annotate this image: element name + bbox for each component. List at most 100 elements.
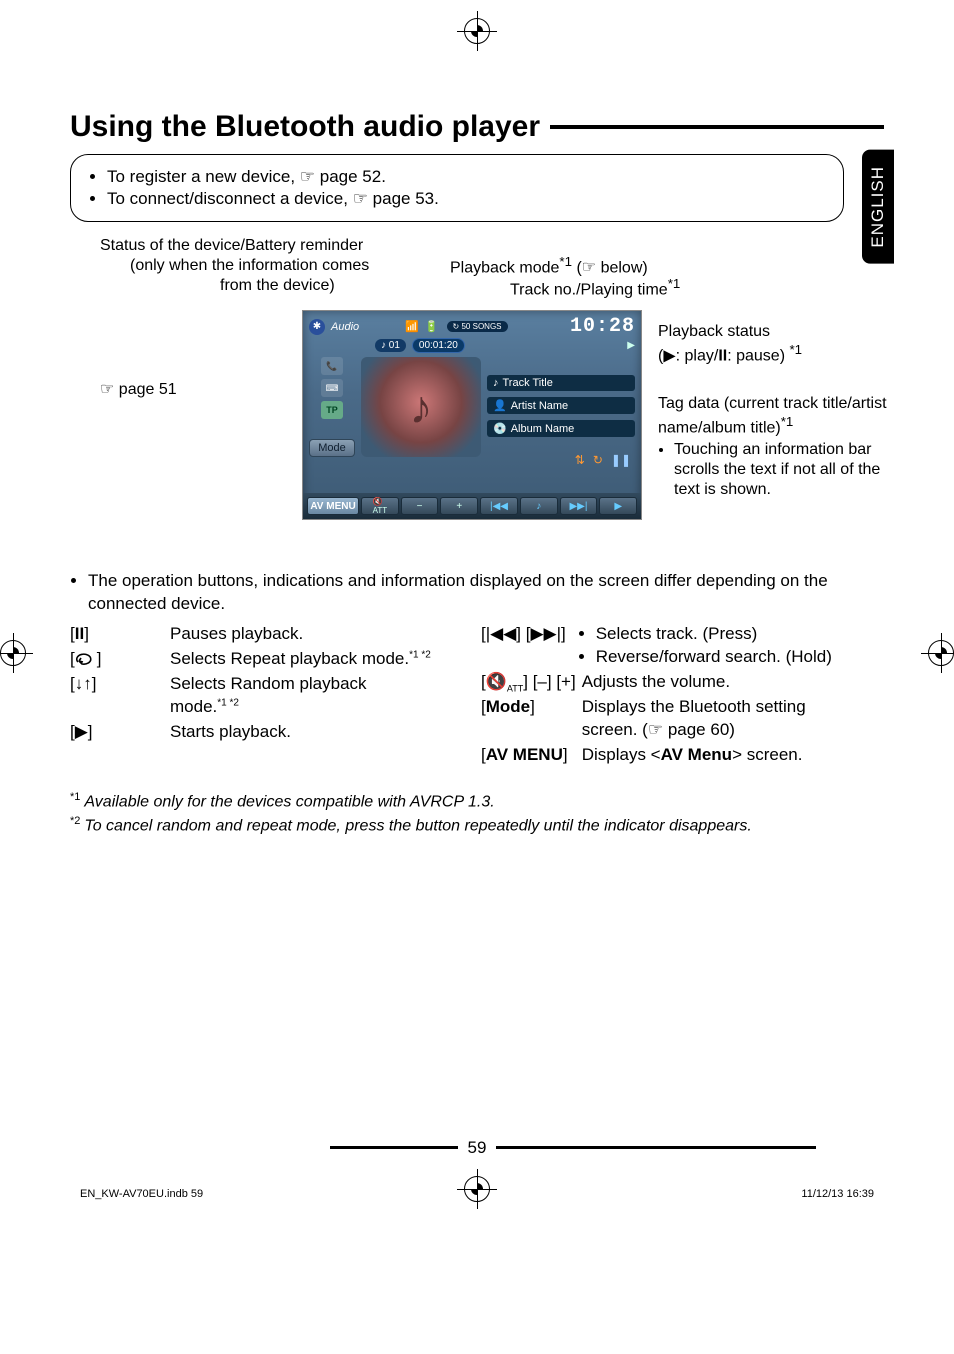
repeat-indicator-icon: ↻ bbox=[593, 453, 603, 467]
phone-icon: 📞 bbox=[321, 357, 343, 375]
note-box: To register a new device, ☞ page 52. To … bbox=[70, 154, 844, 222]
footnote-marker: *1 bbox=[789, 342, 802, 357]
mode-button[interactable]: Mode bbox=[309, 439, 355, 457]
device-screenshot: ✱ Audio 📶 🔋 ↻ 50 SONGS 10:28 ♪ 01 00:01:… bbox=[302, 310, 642, 520]
footnote-1: *1Available only for the devices compati… bbox=[70, 790, 884, 814]
print-footer: EN_KW-AV70EU.indb 59 11/12/13 16:39 bbox=[80, 1188, 874, 1200]
footnote-marker: *1 bbox=[668, 276, 681, 291]
disc-icon: 💿 bbox=[493, 422, 507, 435]
audio-label: Audio bbox=[331, 321, 359, 333]
button-desc: Selects track. (Press) Reverse/forward s… bbox=[582, 622, 838, 670]
table-row: [Mode] Displays the Bluetooth setting sc… bbox=[481, 695, 838, 743]
button-symbol-repeat: [] bbox=[70, 647, 170, 672]
heading-rule bbox=[550, 125, 884, 129]
footnotes: *1Available only for the devices compati… bbox=[70, 790, 884, 837]
battery-icon: 🔋 bbox=[425, 320, 439, 333]
callout-track-no: Track no./Playing time*1 bbox=[510, 276, 680, 300]
footer-filename: EN_KW-AV70EU.indb 59 bbox=[80, 1188, 203, 1200]
vol-down-button[interactable]: − bbox=[401, 497, 439, 515]
button-desc: Selects Random playback mode.*1 *2 bbox=[170, 672, 437, 720]
diagram-area: Status of the device/Battery reminder (o… bbox=[70, 236, 884, 566]
button-symbol-avmenu: [AV MENU] bbox=[481, 743, 582, 768]
clock-display: 10:28 bbox=[570, 315, 635, 338]
av-menu-button[interactable]: AV MENU bbox=[307, 497, 359, 515]
person-icon: 👤 bbox=[493, 399, 507, 412]
button-desc: Pauses playback. bbox=[170, 622, 437, 647]
button-table-right: [|◀◀] [▶▶|] Selects track. (Press) Rever… bbox=[481, 622, 838, 768]
playback-status-icon: ▶ bbox=[627, 340, 635, 351]
pointing-hand-icon: ☞ bbox=[300, 167, 315, 187]
next-track-button[interactable]: ▶▶| bbox=[560, 497, 598, 515]
pause-indicator-icon: ❚❚ bbox=[611, 453, 631, 467]
table-row: [↓↑] Selects Random playback mode.*1 *2 bbox=[70, 672, 437, 720]
footer-timestamp: 11/12/13 16:39 bbox=[801, 1188, 874, 1200]
album-art-placeholder: ♪ bbox=[361, 357, 481, 457]
artist-name-bar[interactable]: 👤Artist Name bbox=[487, 397, 635, 414]
pointing-hand-icon: ☞ bbox=[648, 719, 663, 742]
att-button[interactable]: 🔇ATT bbox=[361, 497, 399, 515]
button-symbol-volume: [🔇ATT] [–] [+] bbox=[481, 670, 582, 696]
track-title-bar[interactable]: ♪Track Title bbox=[487, 375, 635, 391]
random-indicator-icon: ⇅ bbox=[575, 453, 585, 467]
button-table-left: [II] Pauses playback. [] Selects Repeat … bbox=[70, 622, 437, 745]
screen-top-bar: ✱ Audio 📶 🔋 ↻ 50 SONGS 10:28 bbox=[303, 311, 641, 338]
section-heading: Using the Bluetooth audio player bbox=[70, 110, 884, 144]
body-text: The operation buttons, indications and i… bbox=[70, 570, 884, 768]
album-name-bar[interactable]: 💿Album Name bbox=[487, 420, 635, 437]
play-icon: ▶ bbox=[663, 347, 675, 364]
table-row: [] Selects Repeat playback mode.*1 *2 bbox=[70, 647, 437, 672]
footnote-marker: *1 bbox=[781, 414, 794, 429]
callout-page51: ☞ page 51 bbox=[100, 380, 177, 400]
footnote-marker: *1 *2 bbox=[217, 697, 239, 708]
volume-icon: 🔇 bbox=[486, 672, 507, 691]
section-heading-text: Using the Bluetooth audio player bbox=[70, 110, 540, 144]
button-desc: Displays <AV Menu> screen. bbox=[582, 743, 838, 768]
screen-bottom-bar: AV MENU 🔇ATT − + |◀◀ ♪ ▶▶| ▶ bbox=[303, 493, 641, 519]
note-connect-device: To connect/disconnect a device, ☞ page 5… bbox=[107, 189, 823, 209]
playing-time-pill: 00:01:20 bbox=[412, 338, 465, 353]
signal-icon: 📶 bbox=[405, 320, 419, 333]
button-desc: Starts playback. bbox=[170, 720, 437, 745]
note-icon: ♪ bbox=[493, 377, 499, 389]
footnote-2: *2To cancel random and repeat mode, pres… bbox=[70, 814, 884, 838]
screen-left-icons: 📞 ⌨ TP Mode bbox=[309, 357, 355, 467]
button-symbol-mode: [Mode] bbox=[481, 695, 582, 743]
table-row: [AV MENU] Displays <AV Menu> screen. bbox=[481, 743, 838, 768]
table-row: [II] Pauses playback. bbox=[70, 622, 437, 647]
note-register-device: To register a new device, ☞ page 52. bbox=[107, 167, 823, 187]
prev-track-button[interactable]: |◀◀ bbox=[480, 497, 518, 515]
pause-icon: II bbox=[718, 347, 727, 364]
note-operation-buttons: The operation buttons, indications and i… bbox=[88, 570, 884, 616]
button-desc: Displays the Bluetooth setting screen. (… bbox=[582, 695, 838, 743]
callout-playback-mode: Playback mode*1 (☞ below) bbox=[450, 254, 648, 278]
table-row: [|◀◀] [▶▶|] Selects track. (Press) Rever… bbox=[481, 622, 838, 670]
footnote-marker: *1 bbox=[559, 254, 572, 269]
keyboard-icon: ⌨ bbox=[321, 379, 343, 397]
tp-badge: TP bbox=[321, 401, 343, 419]
track-number-pill: ♪ 01 bbox=[375, 339, 406, 352]
footnote-marker: *1 *2 bbox=[409, 649, 431, 660]
callout-playback-status: Playback status (▶: play/II: pause) *1 bbox=[658, 322, 888, 366]
document-page: ENGLISH Using the Bluetooth audio player… bbox=[0, 0, 954, 1240]
vol-up-button[interactable]: + bbox=[440, 497, 478, 515]
callout-tag-data: Tag data (current track title/artist nam… bbox=[658, 394, 894, 500]
table-row: [▶] Starts playback. bbox=[70, 720, 437, 745]
table-row: [🔇ATT] [–] [+] Adjusts the volume. bbox=[481, 670, 838, 696]
button-symbol-pause: [II] bbox=[70, 622, 170, 647]
songs-count-pill: ↻ 50 SONGS bbox=[447, 321, 508, 332]
page-number-rule-right bbox=[496, 1146, 816, 1149]
button-symbol-random: [↓↑] bbox=[70, 672, 170, 720]
play-button[interactable]: ▶ bbox=[599, 497, 637, 515]
button-symbol-play: [▶] bbox=[70, 720, 170, 745]
now-playing-icon[interactable]: ♪ bbox=[520, 497, 558, 515]
pointing-hand-icon: ☞ bbox=[100, 380, 114, 400]
button-symbol-prev-next: [|◀◀] [▶▶|] bbox=[481, 622, 582, 670]
button-desc: Selects Repeat playback mode.*1 *2 bbox=[170, 647, 437, 672]
repeat-mode-icon: ↻ bbox=[453, 322, 460, 331]
callout-status: Status of the device/Battery reminder (o… bbox=[100, 236, 460, 296]
button-desc: Adjusts the volume. bbox=[582, 670, 838, 696]
bluetooth-icon: ✱ bbox=[309, 319, 325, 335]
pointing-hand-icon: ☞ bbox=[353, 189, 368, 209]
page-number-rule-left bbox=[138, 1146, 458, 1149]
page-number: 59 bbox=[468, 1138, 487, 1158]
